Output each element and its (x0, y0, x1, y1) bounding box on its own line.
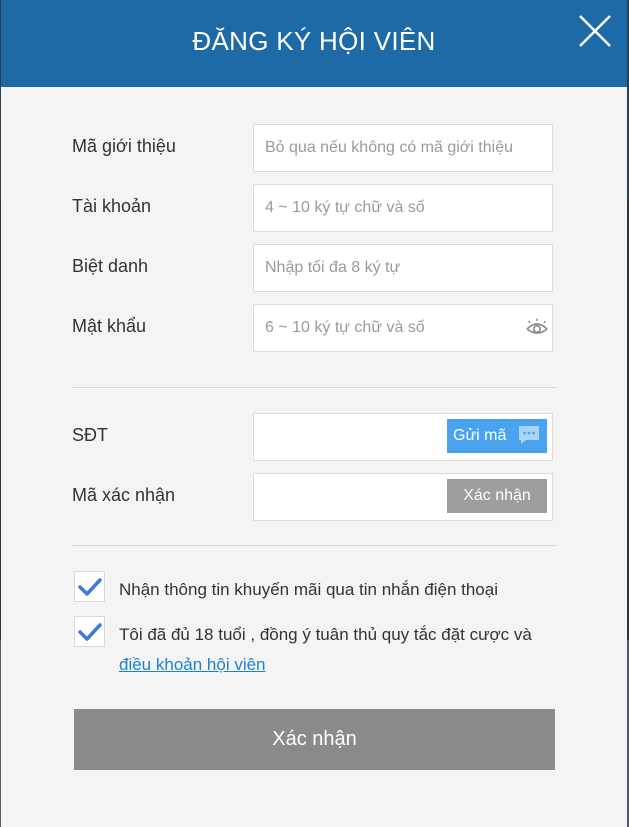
verification-input[interactable] (254, 474, 445, 520)
password-label: Mật khẩu (72, 316, 147, 336)
nickname-input[interactable] (254, 245, 545, 291)
terms-text-block: Tôi đã đủ 18 tuổi , đồng ý tuân thủ quy … (119, 620, 569, 680)
member-terms-link[interactable]: điều khoản hội viên (119, 655, 266, 674)
promo-text: Nhận thông tin khuyến mãi qua tin nhắn đ… (119, 580, 498, 599)
promo-checkbox[interactable] (74, 571, 105, 602)
verification-label: Mã xác nhận (72, 485, 176, 505)
submit-button[interactable]: Xác nhận (74, 709, 555, 770)
password-input[interactable] (254, 305, 545, 351)
terms-agreement: Tôi đã đủ 18 tuổi , đồng ý tuân thủ quy … (74, 616, 574, 676)
nickname-label: Biệt danh (72, 256, 149, 276)
referral-label: Mã giới thiệu (72, 136, 176, 156)
account-label: Tài khoản (72, 196, 152, 216)
checkmark-icon (78, 578, 102, 596)
eye-icon (526, 318, 548, 334)
referral-input[interactable] (254, 125, 545, 171)
nickname-row: Biệt danh (1, 244, 627, 292)
terms-text: Tôi đã đủ 18 tuổi , đồng ý tuân thủ quy … (119, 625, 532, 644)
password-row: Mật khẩu (1, 304, 627, 352)
close-button[interactable] (577, 13, 613, 49)
show-password-toggle[interactable] (526, 317, 548, 339)
referral-row: Mã giới thiệu (1, 124, 627, 172)
verification-input-box: Xác nhận (253, 473, 553, 521)
referral-input-box (253, 124, 553, 172)
phone-input-box: Gửi mã (253, 413, 553, 461)
registration-modal: ĐĂNG KÝ HỘI VIÊN Mã giới thiệu Tài khoản… (1, 0, 627, 827)
promo-agreement: Nhận thông tin khuyến mãi qua tin nhắn đ… (74, 571, 574, 607)
account-input[interactable] (254, 185, 545, 231)
checkmark-icon (78, 623, 102, 641)
modal-header: ĐĂNG KÝ HỘI VIÊN (1, 0, 627, 87)
phone-label: SĐT (72, 425, 108, 445)
chat-bubble-icon (519, 426, 539, 444)
modal-title: ĐĂNG KÝ HỘI VIÊN (192, 26, 436, 56)
send-code-label: Gửi mã (453, 427, 507, 444)
section-divider (72, 387, 557, 388)
section-divider-2 (72, 545, 557, 546)
send-code-button[interactable]: Gửi mã (447, 419, 547, 453)
verify-code-button[interactable]: Xác nhận (447, 479, 547, 513)
terms-checkbox[interactable] (74, 616, 105, 647)
phone-input[interactable] (254, 414, 445, 460)
phone-row: SĐT Gửi mã (1, 413, 627, 461)
verification-row: Mã xác nhận Xác nhận (1, 473, 627, 521)
account-input-box (253, 184, 553, 232)
close-icon (579, 15, 611, 47)
password-input-box (253, 304, 553, 352)
account-row: Tài khoản (1, 184, 627, 232)
nickname-input-box (253, 244, 553, 292)
